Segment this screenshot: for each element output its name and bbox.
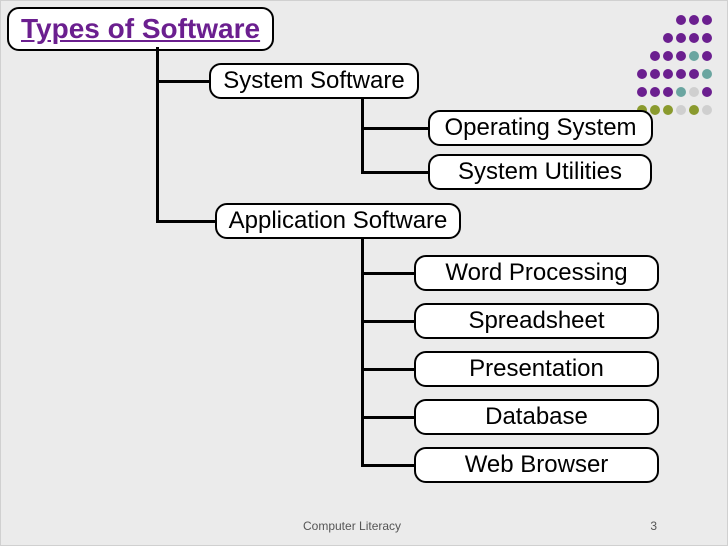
connector <box>361 416 415 419</box>
node-spreadsheet: Spreadsheet <box>414 303 659 339</box>
footer-course: Computer Literacy <box>303 519 401 533</box>
node-database: Database <box>414 399 659 435</box>
node-presentation: Presentation <box>414 351 659 387</box>
node-word-processing: Word Processing <box>414 255 659 291</box>
connector <box>361 272 415 275</box>
footer-page-number: 3 <box>650 519 657 533</box>
connector <box>156 47 159 221</box>
connector <box>361 368 415 371</box>
title-node: Types of Software <box>7 7 274 51</box>
connector <box>361 320 415 323</box>
connector <box>156 220 216 223</box>
node-web-browser: Web Browser <box>414 447 659 483</box>
connector <box>361 464 415 467</box>
node-system-utilities: System Utilities <box>428 154 652 190</box>
decorative-dot-grid <box>635 13 713 121</box>
connector <box>361 127 429 130</box>
node-system-software: System Software <box>209 63 419 99</box>
connector <box>361 171 429 174</box>
connector <box>361 99 364 173</box>
connector <box>156 80 210 83</box>
node-application-software: Application Software <box>215 203 461 239</box>
node-operating-system: Operating System <box>428 110 653 146</box>
